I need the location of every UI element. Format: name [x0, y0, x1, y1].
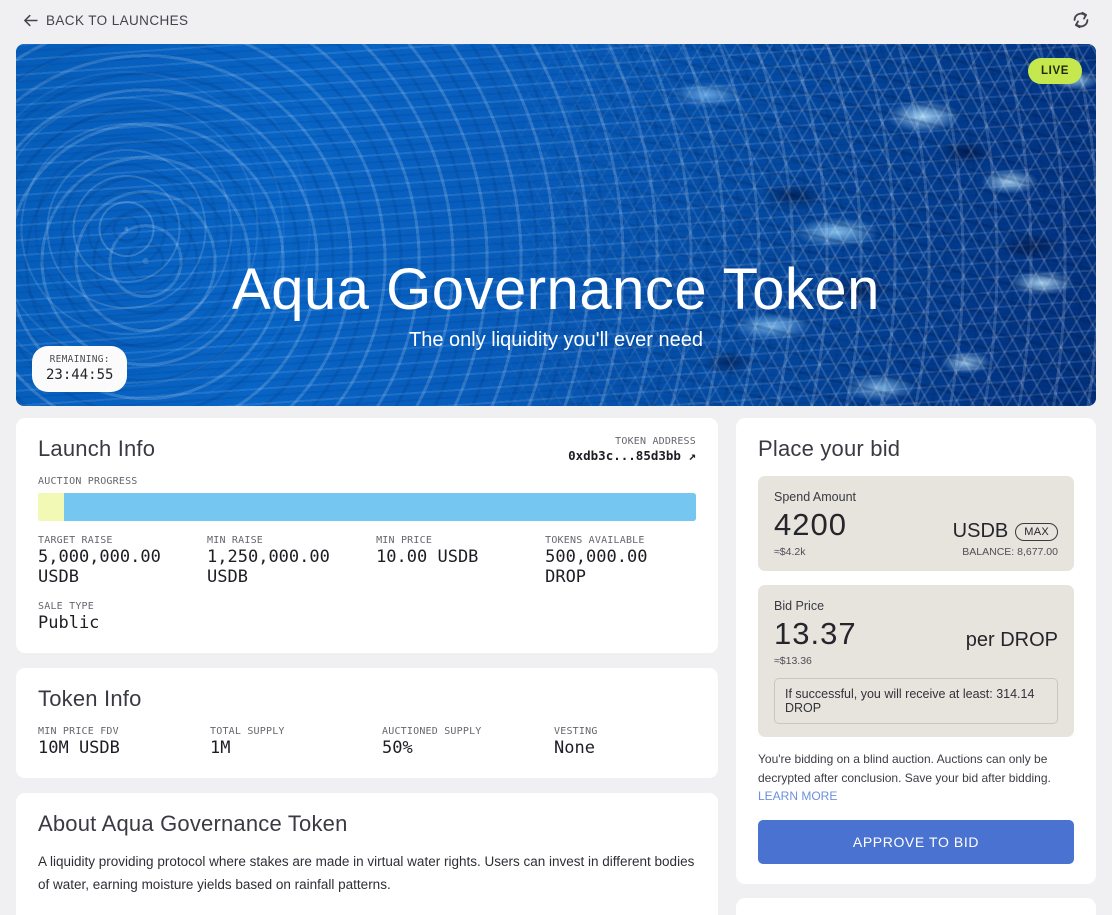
stat-value: 500,000.00 DROP	[545, 547, 648, 587]
bid-price-approx-usd: ≈$13.36	[774, 655, 812, 667]
token-address[interactable]: TOKEN ADDRESS 0xdb3c...85d3bb ↗	[568, 436, 696, 463]
stat-target-raise: TARGET RAISE 5,000,000.00 USDB	[38, 535, 207, 587]
bid-info-card: Bid Info YOUR ESTIMATED FDV 13.4M USDB E…	[736, 897, 1096, 915]
remaining-label: REMAINING:	[49, 354, 110, 365]
page-title: Aqua Governance Token	[232, 257, 880, 322]
right-column: Place your bid Spend Amount 4200 USDB MA…	[736, 418, 1096, 915]
token-info-card: Token Info MIN PRICE FDV 10M USDB TOTAL …	[16, 668, 718, 778]
stat-vesting: VESTING None	[554, 726, 598, 758]
left-column: Launch Info TOKEN ADDRESS 0xdb3c...85d3b…	[16, 418, 718, 915]
bid-price-label: Bid Price	[774, 599, 825, 613]
stat-tokens-available: TOKENS AVAILABLE 500,000.00 DROP	[545, 535, 696, 587]
launch-stats-row-2: SALE TYPE Public	[38, 601, 696, 633]
about-card: About Aqua Governance Token A liquidity …	[16, 793, 718, 915]
stat-min-raise: MIN RAISE 1,250,000.00 USDB	[207, 535, 376, 587]
stat-value: 10M USDB	[38, 738, 120, 758]
page-subtitle: The only liquidity you'll ever need	[409, 328, 703, 351]
top-bar: BACK TO LAUNCHES	[0, 0, 1112, 40]
spend-amount-footer: ≈$4.2k BALANCE: 8,677.00	[774, 546, 1058, 558]
launch-stats-row-1: TARGET RAISE 5,000,000.00 USDB MIN RAISE…	[38, 535, 696, 587]
refresh-icon[interactable]	[1070, 9, 1092, 31]
bid-price-row: 13.37 per DROP	[774, 616, 1058, 652]
receive-estimate-note: If successful, you will receive at least…	[774, 678, 1058, 724]
stat-label: TOKENS AVAILABLE	[545, 535, 645, 546]
stat-label: SALE TYPE	[38, 601, 94, 612]
spend-amount-label: Spend Amount	[774, 490, 857, 504]
stat-label: VESTING	[554, 726, 598, 737]
back-to-launches-label: BACK TO LAUNCHES	[46, 12, 189, 28]
bid-price-input[interactable]: 13.37	[774, 616, 857, 652]
bid-disclaimer-text: You're bidding on a blind auction. Aucti…	[758, 752, 1051, 785]
spend-currency-group: USDB MAX	[953, 520, 1058, 543]
stat-value: 10.00 USDB	[376, 547, 479, 567]
progress-segment-track	[64, 493, 696, 521]
stat-value: 5,000,000.00 USDB	[38, 547, 161, 587]
launch-detail-page: BACK TO LAUNCHES LIVE Aqua Governance To…	[0, 0, 1112, 915]
wallet-balance: BALANCE: 8,677.00	[962, 546, 1058, 558]
stat-value: Public	[38, 613, 100, 633]
bid-disclaimer: You're bidding on a blind auction. Aucti…	[758, 750, 1074, 806]
bid-price-box: Bid Price 13.37 per DROP ≈$13.36 If succ…	[758, 585, 1074, 737]
remaining-timer: REMAINING: 23:44:55	[32, 346, 128, 392]
about-description: A liquidity providing protocol where sta…	[38, 854, 695, 892]
content-columns: Launch Info TOKEN ADDRESS 0xdb3c...85d3b…	[0, 406, 1112, 915]
stat-total-supply: TOTAL SUPPLY 1M	[210, 726, 382, 758]
stat-value: None	[554, 738, 595, 758]
launch-info-title: Launch Info	[38, 436, 156, 461]
bid-price-footer: ≈$13.36	[774, 655, 1058, 667]
arrow-left-icon	[24, 14, 38, 26]
spend-amount-row: 4200 USDB MAX	[774, 507, 1058, 543]
token-stats-row: MIN PRICE FDV 10M USDB TOTAL SUPPLY 1M A…	[38, 726, 696, 758]
stat-auctioned-supply: AUCTIONED SUPPLY 50%	[382, 726, 554, 758]
stat-value: 1M	[210, 738, 231, 758]
stat-label: MIN PRICE	[376, 535, 433, 546]
stat-sale-type: SALE TYPE Public	[38, 601, 210, 633]
stat-value: 1,250,000.00 USDB	[207, 547, 330, 587]
bid-price-unit: per DROP	[965, 629, 1058, 651]
auction-progress-label: AUCTION PROGRESS	[38, 476, 138, 487]
stat-label: MIN PRICE FDV	[38, 726, 119, 737]
auction-progress-bar	[38, 493, 696, 521]
launch-info-header: Launch Info TOKEN ADDRESS 0xdb3c...85d3b…	[38, 436, 696, 463]
stat-min-price: MIN PRICE 10.00 USDB	[376, 535, 545, 587]
remaining-time: 23:44:55	[46, 367, 114, 383]
spend-amount-input[interactable]: 4200	[774, 507, 847, 543]
stat-value: 50%	[382, 738, 413, 758]
stat-label: AUCTIONED SUPPLY	[382, 726, 482, 737]
hero-banner: LIVE Aqua Governance Token The only liqu…	[16, 44, 1096, 406]
approve-to-bid-button[interactable]: APPROVE TO BID	[758, 819, 1074, 864]
stat-label: TARGET RAISE	[38, 535, 113, 546]
status-badge[interactable]: LIVE	[1028, 58, 1082, 84]
place-bid-card: Place your bid Spend Amount 4200 USDB MA…	[736, 418, 1096, 884]
back-to-launches-link[interactable]: BACK TO LAUNCHES	[22, 12, 188, 29]
spend-currency-label: USDB	[952, 520, 1009, 542]
token-info-title: Token Info	[38, 686, 142, 711]
token-address-value[interactable]: 0xdb3c...85d3bb ↗	[568, 448, 696, 463]
progress-segment-filled	[38, 493, 64, 521]
max-button[interactable]: MAX	[1015, 522, 1058, 541]
spend-approx-usd: ≈$4.2k	[774, 546, 806, 558]
launch-info-card: Launch Info TOKEN ADDRESS 0xdb3c...85d3b…	[16, 418, 718, 653]
hero-text: Aqua Governance Token The only liquidity…	[16, 257, 1096, 352]
learn-more-link[interactable]: LEARN MORE	[758, 789, 837, 803]
about-title: About Aqua Governance Token	[38, 811, 348, 836]
stat-label: MIN RAISE	[207, 535, 264, 546]
token-address-label: TOKEN ADDRESS	[615, 436, 696, 447]
spend-amount-box: Spend Amount 4200 USDB MAX ≈$4.2k BALANC…	[758, 476, 1074, 571]
stat-label: TOTAL SUPPLY	[210, 726, 285, 737]
stat-min-price-fdv: MIN PRICE FDV 10M USDB	[38, 726, 210, 758]
place-bid-title: Place your bid	[758, 436, 901, 461]
